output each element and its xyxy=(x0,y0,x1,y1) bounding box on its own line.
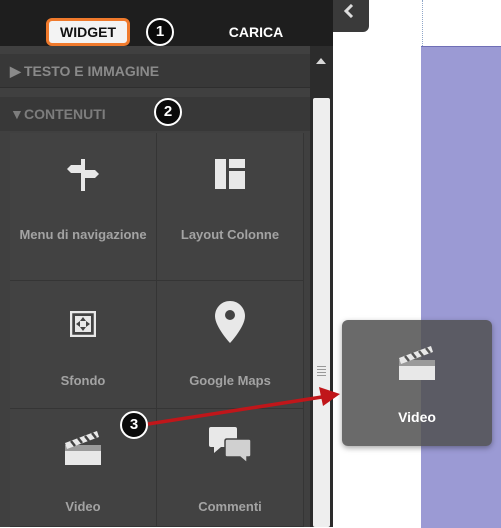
widget-tile-sfondo[interactable]: Sfondo xyxy=(10,281,157,409)
scroll-up-arrow-icon[interactable] xyxy=(316,58,326,64)
widget-tile-menu-di-navigazione[interactable]: Menu di navigazione xyxy=(10,133,157,281)
widget-tile-commenti[interactable]: Commenti xyxy=(157,409,304,527)
tab-widget[interactable]: WIDGET xyxy=(46,18,130,46)
section-label: TESTO E IMMAGINE xyxy=(24,63,160,79)
tile-label: Video xyxy=(65,499,101,514)
panel-scrollbar[interactable] xyxy=(310,46,333,527)
tile-label: Layout Colonne xyxy=(180,227,280,242)
collapse-panel-button[interactable] xyxy=(333,0,369,32)
caret-down-icon: ▼ xyxy=(10,106,24,122)
section-testo-e-immagine[interactable]: ▶ TESTO E IMMAGINE xyxy=(0,54,310,88)
tile-label: Menu di navigazione xyxy=(19,227,147,242)
tile-label: Google Maps xyxy=(189,373,271,388)
step-badge-2: 2 xyxy=(154,98,182,126)
dragged-widget-video[interactable]: Video xyxy=(342,320,492,446)
chevron-left-icon xyxy=(343,4,354,18)
clapperboard-icon xyxy=(399,346,435,380)
map-pin-icon xyxy=(215,301,245,343)
page-drop-zone[interactable] xyxy=(421,46,501,528)
tile-label: Sfondo xyxy=(60,373,106,388)
columns-layout-icon xyxy=(215,159,245,189)
widget-tile-google-maps[interactable]: Google Maps xyxy=(157,281,304,409)
tile-label: Commenti xyxy=(198,499,262,514)
page-guide-line xyxy=(422,0,423,46)
step-badge-1: 1 xyxy=(146,18,174,46)
signpost-icon xyxy=(67,159,99,191)
background-icon xyxy=(70,311,96,337)
clapperboard-icon xyxy=(65,431,101,465)
dragged-widget-label: Video xyxy=(398,409,436,425)
chat-bubbles-icon xyxy=(209,427,251,463)
scroll-grip-icon xyxy=(317,366,326,376)
section-label: CONTENUTI xyxy=(24,106,106,122)
step-badge-3: 3 xyxy=(120,411,148,439)
caret-right-icon: ▶ xyxy=(10,63,21,79)
scroll-thumb[interactable] xyxy=(313,98,330,527)
widget-panel: WIDGET CARICA ▶ TESTO E IMMAGINE ▼CONTENU… xyxy=(0,0,333,527)
tab-carica[interactable]: CARICA xyxy=(196,18,316,46)
widget-tile-layout-colonne[interactable]: Layout Colonne xyxy=(157,133,304,281)
